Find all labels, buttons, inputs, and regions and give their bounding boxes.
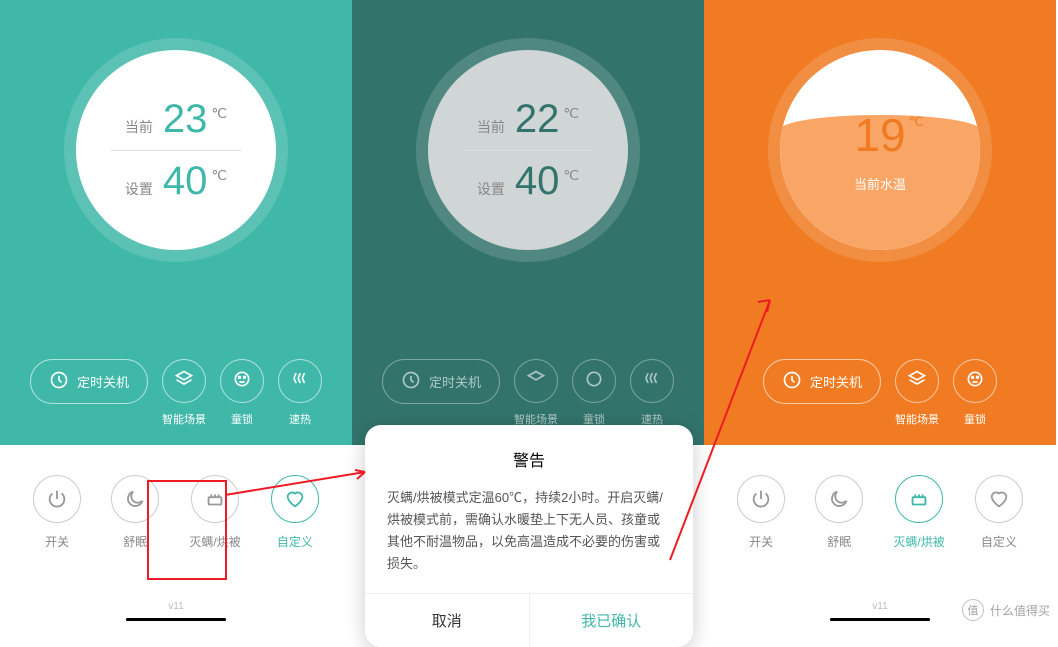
heat-icon [290,369,310,394]
child-lock-button[interactable]: 童锁 [953,359,997,427]
set-temp-row: 设置 40 ℃ [477,151,579,212]
layers-icon [907,369,927,394]
quick-button-row: 定时关机 智能场景 童锁 [743,359,1017,427]
child-lock-icon [232,369,252,394]
water-temp-num: 19 [854,109,905,161]
rapid-heat-button[interactable]: 速热 [278,359,322,427]
set-value: 40 [515,159,560,204]
mode-dry-label: 灭螨/烘被 [893,533,944,550]
timer-off-button: 定时关机 [382,359,500,404]
set-unit: ℃ [211,167,227,184]
upper-panel-dim: 当前 22 ℃ 设置 40 ℃ 定时关机 智能场景 童锁 速热 [352,0,704,445]
dialog-confirm-button[interactable]: 我已确认 [530,594,694,647]
current-value: 22 [515,97,560,142]
set-unit: ℃ [563,167,579,184]
mode-power-label: 开关 [45,533,69,550]
mode-sleep[interactable]: 舒眠 [815,475,863,550]
clock-icon [782,370,802,393]
watermark: 值 什么值得买 [962,599,1050,621]
moon-icon [828,488,850,510]
timer-label: 定时关机 [77,372,129,391]
upper-panel: 当前 23 ℃ 设置 40 ℃ 定时关机 智能场景 童锁 [0,0,352,445]
child-lock-button[interactable]: 童锁 [220,359,264,427]
watermark-badge: 值 [962,599,984,621]
smart-scene-label: 智能场景 [162,411,206,427]
smart-scene-label: 智能场景 [895,411,939,427]
current-unit: ℃ [211,105,227,122]
current-label: 当前 [125,117,153,137]
dialog-buttons: 取消 我已确认 [365,593,693,647]
annotation-arrow-1 [220,460,380,520]
child-lock-icon [965,369,985,394]
mode-power[interactable]: 开关 [33,475,81,550]
quick-button-row-dim: 定时关机 智能场景 童锁 速热 [362,359,694,427]
home-indicator [830,618,930,621]
layers-icon [174,369,194,394]
clock-icon [401,370,421,393]
smart-scene-button[interactable]: 智能场景 [162,359,206,427]
mode-sleep-label: 舒眠 [827,533,851,550]
set-label: 设置 [477,179,505,199]
version-label: v11 [0,601,352,612]
dialog-title: 警告 [365,447,693,471]
dry-icon [908,488,930,510]
moon-icon [124,488,146,510]
rapid-heat-label: 速热 [289,411,311,427]
home-indicator [126,618,226,621]
child-lock-icon [584,369,604,394]
smart-scene-button[interactable]: 智能场景 [895,359,939,427]
heart-icon [988,488,1010,510]
child-lock-label: 童锁 [231,411,253,427]
timer-off-button[interactable]: 定时关机 [763,359,881,404]
water-temp-circle: 19℃ 当前水温 [780,50,980,250]
mode-custom-label: 自定义 [981,533,1017,550]
current-unit: ℃ [563,105,579,122]
set-label: 设置 [125,179,153,199]
quick-button-row: 定时关机 智能场景 童锁 速热 [10,359,342,427]
current-value: 23 [163,97,208,142]
smart-scene-button: 智能场景 [514,359,558,427]
child-lock-button: 童锁 [572,359,616,427]
set-temp-row: 设置 40 ℃ [125,151,227,212]
current-label: 当前 [477,117,505,137]
power-icon [46,488,68,510]
watermark-text: 什么值得买 [990,602,1050,619]
warning-dialog: 警告 灭螨/烘被模式定温60℃，持续2小时。开启灭螨/烘被模式前，需确认水暖垫上… [365,425,693,647]
timer-label: 定时关机 [810,372,862,391]
mode-sleep-label: 舒眠 [123,533,147,550]
temp-display-circle-dim: 当前 22 ℃ 设置 40 ℃ [428,50,628,250]
dialog-cancel-button[interactable]: 取消 [365,594,530,647]
child-lock-label: 童锁 [964,411,986,427]
current-temp-row: 当前 22 ℃ [477,89,579,150]
mode-custom[interactable]: 自定义 [975,475,1023,550]
timer-off-button[interactable]: 定时关机 [30,359,148,404]
dialog-body: 灭螨/烘被模式定温60℃，持续2小时。开启灭螨/烘被模式前，需确认水暖垫上下无人… [365,487,693,593]
water-temp-unit: ℃ [909,114,924,130]
clock-icon [49,370,69,393]
temp-display-circle: 当前 23 ℃ 设置 40 ℃ [76,50,276,250]
annotation-box-dry-mode [147,480,227,580]
heat-icon [642,369,662,394]
water-temp-value: 19℃ [854,108,905,162]
mode-custom-label: 自定义 [277,533,313,550]
layers-icon [526,369,546,394]
water-temp-label: 当前水温 [854,174,906,193]
current-temp-row: 当前 23 ℃ [125,89,227,150]
timer-label: 定时关机 [429,372,481,391]
annotation-arrow-2 [660,290,780,570]
mode-dry[interactable]: 灭螨/烘被 [893,475,944,550]
set-value: 40 [163,159,208,204]
